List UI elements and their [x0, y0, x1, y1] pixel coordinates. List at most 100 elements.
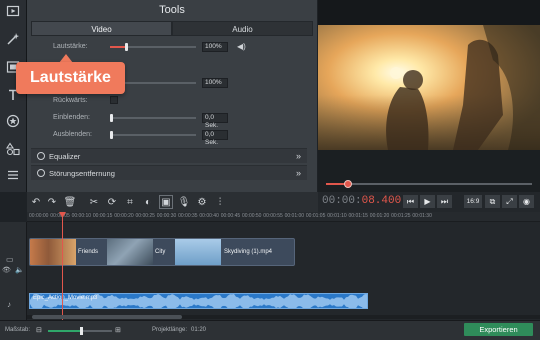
ruler-tick-label: 00:01:15 — [348, 213, 368, 219]
preview-seekbar[interactable] — [326, 183, 532, 185]
volume-slider-thumb[interactable] — [125, 43, 129, 51]
ruler-tick-label: 00:00:25 — [135, 213, 155, 219]
ruler-tick-label: 00:01:10 — [327, 213, 347, 219]
fade-in-value[interactable]: 0,0 Sek. — [202, 113, 228, 129]
ruler-tick-label: 00:01:00 — [284, 213, 305, 219]
fade-out-slider[interactable] — [110, 131, 196, 139]
microphone-icon[interactable]: 🎙 — [177, 195, 191, 209]
zoom-slider-fill — [48, 330, 82, 332]
more-tools-icon[interactable] — [3, 166, 23, 184]
aspect-ratio-button[interactable]: 16:9 — [464, 195, 482, 208]
ruler-tick-label: 00:00:50 — [242, 213, 262, 219]
shapes-icon[interactable] — [3, 140, 23, 158]
undo-icon[interactable]: ↶ — [29, 195, 43, 209]
tab-audio[interactable]: Audio — [172, 21, 313, 36]
video-clip[interactable]: Friends City Skydiving (1).mp4 — [29, 238, 295, 266]
chevron-right-icon[interactable]: » — [296, 151, 301, 161]
preview-seek-thumb[interactable] — [344, 180, 352, 188]
zoom-slider[interactable] — [48, 327, 112, 335]
timecode-seconds: 08.400 — [361, 195, 402, 207]
skip-back-icon[interactable]: ⏮ — [403, 195, 418, 208]
ruler-tick-label: 00:00:00 — [29, 213, 49, 219]
fade-in-label: Einblenden: — [53, 114, 90, 121]
equalizer-icon[interactable]: ⫶ — [213, 195, 227, 209]
music-note-icon[interactable]: ♪ — [7, 300, 11, 309]
status-bar: Maßstab: ⊟ ⊞ Projektlänge: 01:20 — [0, 320, 540, 340]
track-controls: ▭ 👁 🔈 ♪ — [0, 222, 27, 320]
volume-slider[interactable] — [110, 43, 196, 51]
settings-gear-icon[interactable]: ⚙ — [195, 195, 209, 209]
clip-thumbnail-skydiving — [175, 239, 221, 265]
fade-out-slider-thumb[interactable] — [110, 131, 113, 139]
clip-label-friends: Friends — [78, 249, 99, 255]
ruler-tick-label: 00:00:35 — [178, 213, 198, 219]
magic-wand-icon[interactable] — [3, 30, 23, 48]
crop-icon[interactable]: ⌗ — [123, 195, 137, 209]
tool-sidebar — [0, 0, 27, 192]
chevron-right-icon[interactable]: » — [296, 168, 301, 178]
preview-letterbox-top — [318, 0, 540, 25]
timecode: 00:00:08.400 — [322, 195, 401, 207]
scale-label: Maßstab: — [5, 327, 31, 333]
clip-label-city: City — [155, 249, 166, 255]
rotate-icon[interactable]: ⟳ — [105, 195, 119, 209]
fullscreen-icon[interactable]: ⤢ — [502, 195, 517, 208]
speaker-icon[interactable]: ◀) — [237, 42, 246, 51]
reverse-label: Rückwärts: — [53, 97, 88, 104]
equalizer-label: Equalizer — [49, 151, 81, 161]
ruler-tick-label: 00:00:05 — [50, 213, 70, 219]
video-preview[interactable] — [318, 25, 540, 150]
ruler-tick-label: 00:00:30 — [156, 213, 177, 219]
image-icon[interactable]: ▣ — [159, 195, 173, 209]
ruler-tick-label: 00:00:15 — [92, 213, 113, 219]
popout-icon[interactable]: ⧉ — [485, 195, 500, 208]
zoom-out-icon[interactable]: ⊟ — [36, 326, 42, 334]
zoom-in-icon[interactable]: ⊞ — [115, 326, 121, 334]
color-adjust-icon[interactable]: ◐ — [141, 195, 155, 209]
project-length-value: 01:20 — [191, 327, 207, 333]
import-media-icon[interactable] — [3, 2, 23, 20]
timecode-prefix: 00:00: — [322, 195, 362, 207]
fade-in-slider-thumb[interactable] — [110, 114, 113, 122]
volume-tooltip: Lautstärke — [16, 62, 125, 94]
ruler-tick-label: 00:01:05 — [305, 213, 326, 219]
fade-out-label: Ausblenden: — [53, 131, 92, 138]
ruler-tick-label: 00:01:25 — [391, 213, 411, 219]
ruler-tick-label: 00:00:55 — [263, 213, 283, 219]
edit-toolbar: ↶ ↷ 🗑 ✂ ⟳ ⌗ ◐ ▣ 🎙 ⚙ ⫶ — [27, 192, 318, 212]
project-length-label: Projektlänge: — [152, 327, 188, 333]
noise-removal-radio[interactable] — [37, 169, 45, 177]
section-noise-removal[interactable]: Störungsentfernung » — [31, 165, 307, 180]
timeline-scrollbar[interactable] — [32, 315, 182, 319]
video-track-icon[interactable]: ▭ — [6, 255, 14, 264]
noise-removal-label: Störungsentfernung — [49, 168, 115, 178]
playhead[interactable] — [62, 212, 63, 320]
skip-forward-icon[interactable]: ⏭ — [437, 195, 452, 208]
reverse-checkbox[interactable] — [110, 96, 118, 104]
zoom-slider-thumb[interactable] — [80, 327, 83, 335]
cut-icon[interactable]: ✂ — [87, 195, 101, 209]
section-equalizer[interactable]: Equalizer » — [31, 148, 307, 163]
ruler-tick-label: 00:00:10 — [71, 213, 92, 219]
volume-icon[interactable]: 🔈 — [15, 266, 24, 274]
tools-tabs: Video Audio — [31, 21, 313, 36]
fade-out-value[interactable]: 0,0 Sek. — [202, 130, 228, 146]
tab-video[interactable]: Video — [31, 21, 172, 36]
speed-value[interactable]: 100% — [202, 78, 228, 88]
tools-title: Tools — [159, 4, 185, 16]
ruler-tick-label: 00:00:20 — [114, 213, 134, 219]
ruler-tick-label: 00:00:45 — [220, 213, 241, 219]
eye-icon[interactable]: 👁 — [2, 266, 11, 274]
fade-in-slider[interactable] — [110, 114, 196, 122]
volume-value[interactable]: 100% — [202, 42, 228, 52]
play-icon[interactable]: ▶ — [420, 195, 435, 208]
tools-panel: Tools Video Audio Lautstärke: 100% ◀) 10… — [27, 0, 336, 192]
redo-icon[interactable]: ↷ — [45, 195, 59, 209]
timeline-ruler[interactable]: 00:00:00 00:00:05 00:00:10 00:00:15 00:00:20… — [27, 212, 540, 222]
trash-icon[interactable]: 🗑 — [63, 195, 77, 209]
stickers-icon[interactable] — [3, 112, 23, 130]
equalizer-radio[interactable] — [37, 152, 45, 160]
export-button[interactable]: Exportieren — [464, 323, 533, 336]
snapshot-icon[interactable]: ◉ — [519, 195, 534, 208]
ruler-tick-label: 00:01:30 — [412, 213, 432, 219]
